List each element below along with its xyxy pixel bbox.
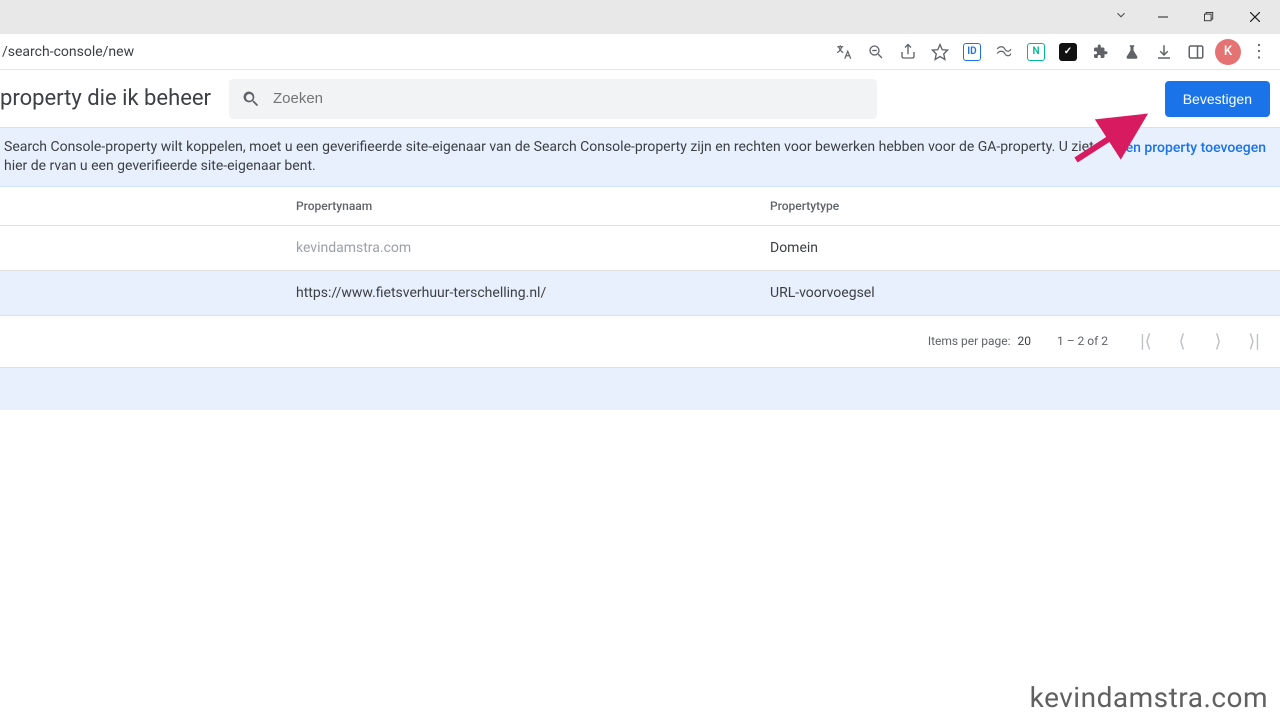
- property-table: Propertynaam Propertytype kevindamstra.c…: [0, 187, 1280, 316]
- items-per-page-label: Items per page:: [928, 334, 1011, 348]
- profile-avatar[interactable]: K: [1212, 36, 1244, 68]
- info-banner: Search Console-property wilt koppelen, m…: [0, 128, 1280, 187]
- extension-icon-4[interactable]: ✓: [1052, 36, 1084, 68]
- extension-icon-2[interactable]: [988, 36, 1020, 68]
- page-header: property die ik beheer Bevestigen: [0, 70, 1280, 128]
- column-propertyname: Propertynaam: [296, 187, 770, 226]
- close-button[interactable]: [1232, 1, 1278, 33]
- extensions-puzzle-icon[interactable]: [1084, 36, 1116, 68]
- cell-propertyname: kevindamstra.com: [296, 225, 770, 270]
- search-input[interactable]: [273, 90, 865, 107]
- table-row[interactable]: kevindamstra.com Domein: [0, 225, 1280, 270]
- items-per-page-value[interactable]: 20: [1017, 334, 1031, 348]
- add-property-link[interactable]: Een property toevoegen: [1118, 138, 1266, 156]
- page-range: 1 – 2 of 2: [1057, 334, 1108, 348]
- column-propertytype: Propertytype: [770, 187, 1280, 226]
- window-title-bar: [0, 0, 1280, 34]
- confirm-button[interactable]: Bevestigen: [1165, 81, 1270, 117]
- search-box[interactable]: [229, 79, 877, 119]
- page-title: property die ik beheer: [0, 86, 211, 111]
- table-header-row: Propertynaam Propertytype: [0, 187, 1280, 226]
- last-page-icon[interactable]: ⟩|: [1242, 331, 1266, 352]
- star-icon[interactable]: [924, 36, 956, 68]
- chevron-down-icon[interactable]: [1114, 8, 1128, 26]
- first-page-icon[interactable]: |⟨: [1134, 331, 1158, 352]
- browser-toolbar: /search-console/new ID N ✓ K ⋮: [0, 34, 1280, 70]
- table-pager: Items per page: 20 1 – 2 of 2 |⟨ ⟨ ⟩ ⟩|: [0, 316, 1280, 368]
- table-row[interactable]: https://www.fietsverhuur-terschelling.nl…: [0, 270, 1280, 315]
- extension-icon-1[interactable]: ID: [956, 36, 988, 68]
- prev-page-icon[interactable]: ⟨: [1170, 331, 1194, 352]
- cell-propertytype: URL-voorvoegsel: [770, 270, 1280, 315]
- share-icon[interactable]: [892, 36, 924, 68]
- search-icon: [241, 89, 261, 109]
- cell-propertyname: https://www.fietsverhuur-terschelling.nl…: [296, 270, 770, 315]
- downloads-icon[interactable]: [1148, 36, 1180, 68]
- sidepanel-icon[interactable]: [1180, 36, 1212, 68]
- translate-icon[interactable]: [828, 36, 860, 68]
- next-page-icon[interactable]: ⟩: [1206, 331, 1230, 352]
- minimize-button[interactable]: [1140, 1, 1186, 33]
- maximize-button[interactable]: [1186, 1, 1232, 33]
- info-banner-text: Search Console-property wilt koppelen, m…: [4, 138, 1106, 176]
- browser-menu-icon[interactable]: ⋮: [1244, 43, 1274, 61]
- address-bar[interactable]: /search-console/new: [0, 44, 134, 60]
- cell-propertytype: Domein: [770, 225, 1280, 270]
- watermark: kevindamstra.com: [1030, 681, 1268, 714]
- zoom-icon[interactable]: [860, 36, 892, 68]
- labs-flask-icon[interactable]: [1116, 36, 1148, 68]
- footer-strip: [0, 368, 1280, 410]
- avatar: K: [1215, 39, 1241, 65]
- extension-icon-3[interactable]: N: [1020, 36, 1052, 68]
